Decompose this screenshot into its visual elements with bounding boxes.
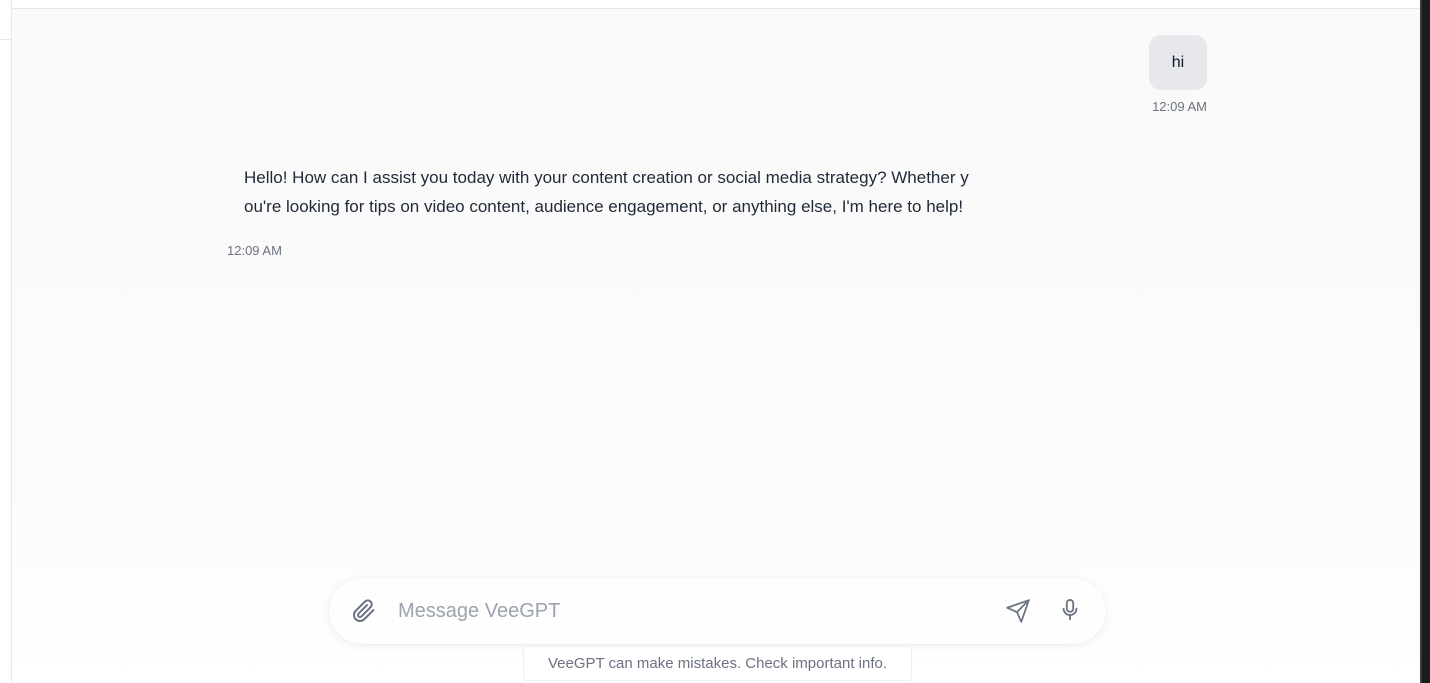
chat-area: hi 12:09 AM Hello! How can I assist you … bbox=[12, 9, 1420, 683]
assistant-message-line: Hello! How can I assist you today with y… bbox=[244, 168, 969, 187]
top-bar bbox=[12, 0, 1420, 9]
message-input[interactable] bbox=[398, 593, 978, 629]
divider bbox=[0, 39, 12, 40]
send-icon bbox=[1006, 599, 1030, 623]
window-edge-highlight bbox=[1420, 0, 1422, 683]
send-button[interactable] bbox=[1004, 597, 1032, 625]
microphone-icon bbox=[1062, 599, 1078, 621]
user-message-bubble: hi bbox=[1149, 35, 1207, 90]
microphone-button[interactable] bbox=[1057, 596, 1083, 624]
paperclip-icon bbox=[353, 599, 375, 622]
message-composer bbox=[329, 578, 1106, 644]
user-message-timestamp: 12:09 AM bbox=[1152, 99, 1207, 114]
assistant-message-timestamp: 12:09 AM bbox=[227, 243, 282, 258]
assistant-message: Hello! How can I assist you today with y… bbox=[244, 163, 1044, 221]
attach-button[interactable] bbox=[351, 598, 377, 624]
sidebar-edge bbox=[0, 0, 12, 683]
disclaimer-text: VeeGPT can make mistakes. Check importan… bbox=[523, 646, 912, 681]
chat-app: hi 12:09 AM Hello! How can I assist you … bbox=[0, 0, 1430, 683]
assistant-message-line: ou're looking for tips on video content,… bbox=[244, 197, 964, 216]
user-message-text: hi bbox=[1171, 53, 1185, 71]
window-edge bbox=[1420, 0, 1430, 683]
